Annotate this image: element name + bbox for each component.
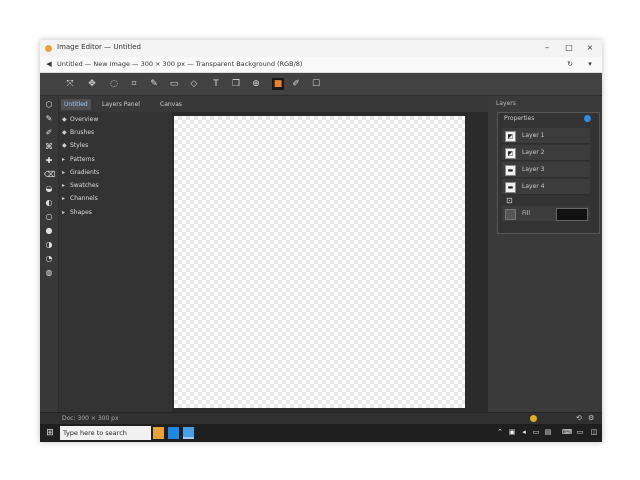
settings-icon[interactable]: ⚙: [588, 414, 594, 422]
layer-thumbnail: ◩: [505, 148, 516, 159]
layer-row[interactable]: ◩ Layer 1: [502, 128, 590, 144]
eyedropper-icon[interactable]: ✐: [290, 78, 302, 90]
start-icon[interactable]: ⊞: [44, 427, 56, 439]
volume-icon[interactable]: ◂: [520, 428, 528, 437]
window-title: Image Editor — Untitled: [57, 43, 142, 51]
status-text: Doc: 300 × 300 px: [62, 415, 119, 422]
document-info-bar: ◀ Untitled — New Image — 300 × 300 px — …: [40, 57, 602, 73]
fill-color-preview[interactable]: [556, 208, 588, 221]
cursor-icon[interactable]: ⤧: [64, 78, 76, 90]
document-tabs: Untitled Layers Panel Canvas: [59, 96, 507, 112]
app-icon[interactable]: [183, 427, 194, 439]
color-icon[interactable]: ■: [272, 78, 284, 90]
zoom-icon[interactable]: ⊕: [250, 78, 262, 90]
clone-tool-icon[interactable]: ⌘: [44, 142, 54, 152]
panel-item[interactable]: ▸ Channels: [62, 194, 98, 204]
layer-name: Layer 3: [522, 166, 545, 173]
panel-toggle-icon[interactable]: [584, 115, 591, 122]
eraser-icon[interactable]: ▭: [168, 78, 180, 90]
lasso-icon[interactable]: ◌: [108, 78, 120, 90]
minimize-icon[interactable]: –: [540, 42, 554, 54]
right-panel-header: Layers: [496, 100, 516, 107]
app-window: Image Editor — Untitled – □ × ◀ Untitled…: [40, 40, 602, 442]
keyboard-icon[interactable]: ⌨: [562, 428, 572, 437]
text-icon[interactable]: T: [210, 78, 222, 90]
more-tools-icon[interactable]: ◍: [44, 268, 54, 278]
taskbar: ⊞ Type here to search ⌃ ▣ ◂ ▭ ▤ ⌨ ▭ ◫: [40, 424, 602, 442]
chevron-down-icon[interactable]: ▾: [583, 58, 597, 70]
panel-item[interactable]: ▸ Gradients: [62, 168, 99, 178]
layer-row[interactable]: ▬ Layer 4: [502, 179, 590, 195]
panel-item[interactable]: ◆ Styles: [62, 141, 88, 151]
brush-tool-icon[interactable]: ✐: [44, 128, 54, 138]
layer-thumbnail: ▬: [505, 165, 516, 176]
sync-icon[interactable]: ⟲: [576, 414, 582, 422]
chevron-up-icon[interactable]: ⌃: [496, 428, 504, 437]
copy-icon[interactable]: ❐: [230, 78, 242, 90]
app-icon: [45, 45, 52, 52]
notification-icon[interactable]: ▭: [576, 428, 584, 437]
panel-item[interactable]: ▸ Shapes: [62, 208, 92, 218]
fill-tool-icon[interactable]: ◒: [44, 184, 54, 194]
left-panel: ◆ Overview ◆ Brushes ◆ Styles ▸ Patterns ▸ Gr…: [59, 112, 172, 412]
language-icon[interactable]: ▤: [544, 428, 552, 437]
layer-name: Layer 1: [522, 132, 545, 139]
close-icon[interactable]: ×: [583, 42, 597, 54]
fill-row[interactable]: Fill: [502, 206, 590, 221]
link-icon[interactable]: ⊡: [506, 196, 513, 205]
layer-name: Layer 4: [522, 183, 545, 190]
panel-item[interactable]: ◆ Overview: [62, 115, 98, 125]
move-icon[interactable]: ✥: [86, 78, 98, 90]
panel-item[interactable]: ▸ Swatches: [62, 181, 99, 191]
select-tool-icon[interactable]: ⬡: [44, 100, 54, 110]
calendar-icon[interactable]: ◫: [590, 428, 598, 437]
hand-tool-icon[interactable]: ◑: [44, 240, 54, 250]
heal-tool-icon[interactable]: ✚: [44, 156, 54, 166]
refresh-icon[interactable]: ↻: [563, 58, 577, 70]
fill-swatch: [505, 209, 516, 220]
layer-thumbnail: ▬: [505, 182, 516, 193]
tab-layers-panel[interactable]: Layers Panel: [99, 99, 143, 110]
shape-tool-icon[interactable]: ●: [44, 226, 54, 236]
warning-icon[interactable]: [530, 415, 537, 422]
dodge-tool-icon[interactable]: ○: [44, 212, 54, 222]
tab-untitled[interactable]: Untitled: [61, 99, 91, 110]
back-icon[interactable]: ◀: [42, 58, 56, 70]
layer-thumbnail: ◩: [505, 131, 516, 142]
fill-label: Fill: [522, 210, 531, 217]
pen-tool-icon[interactable]: ✎: [44, 114, 54, 124]
blur-tool-icon[interactable]: ◐: [44, 198, 54, 208]
panel-item[interactable]: ▸ Patterns: [62, 155, 95, 165]
zoom-tool-icon[interactable]: ◔: [44, 254, 54, 264]
tab-canvas[interactable]: Canvas: [157, 99, 185, 110]
maximize-icon[interactable]: □: [562, 42, 576, 54]
eraser-tool-icon[interactable]: ⌫: [44, 170, 55, 180]
panel-item[interactable]: ◆ Brushes: [62, 128, 94, 138]
shape-icon[interactable]: ◇: [188, 78, 200, 90]
layer-row[interactable]: ◩ Layer 2: [502, 145, 590, 161]
document-info-text: Untitled — New Image — 300 × 300 px — Tr…: [57, 60, 303, 68]
main-toolbar: ⤧ ✥ ◌ ⌗ ✎ ▭ ◇ T ❐ ⊕ ■ ✐ ☐: [40, 73, 602, 96]
app-icon[interactable]: [153, 427, 164, 439]
transparent-canvas[interactable]: [174, 116, 465, 408]
layer-name: Layer 2: [522, 149, 545, 156]
tool-column: ⬡ ✎ ✐ ⌘ ✚ ⌫ ◒ ◐ ○ ● ◑ ◔ ◍: [40, 96, 59, 412]
title-bar: Image Editor — Untitled – □ ×: [40, 40, 602, 57]
brush-icon[interactable]: ✎: [148, 78, 160, 90]
network-icon[interactable]: ▣: [508, 428, 516, 437]
crop-icon[interactable]: ⌗: [128, 78, 140, 90]
hand-icon[interactable]: ☐: [310, 78, 322, 90]
app-icon[interactable]: [168, 427, 179, 439]
battery-icon[interactable]: ▭: [532, 428, 540, 437]
layer-row[interactable]: ▬ Layer 3: [502, 162, 590, 178]
properties-title: Properties: [504, 115, 535, 122]
taskbar-search-input[interactable]: Type here to search: [60, 426, 151, 440]
